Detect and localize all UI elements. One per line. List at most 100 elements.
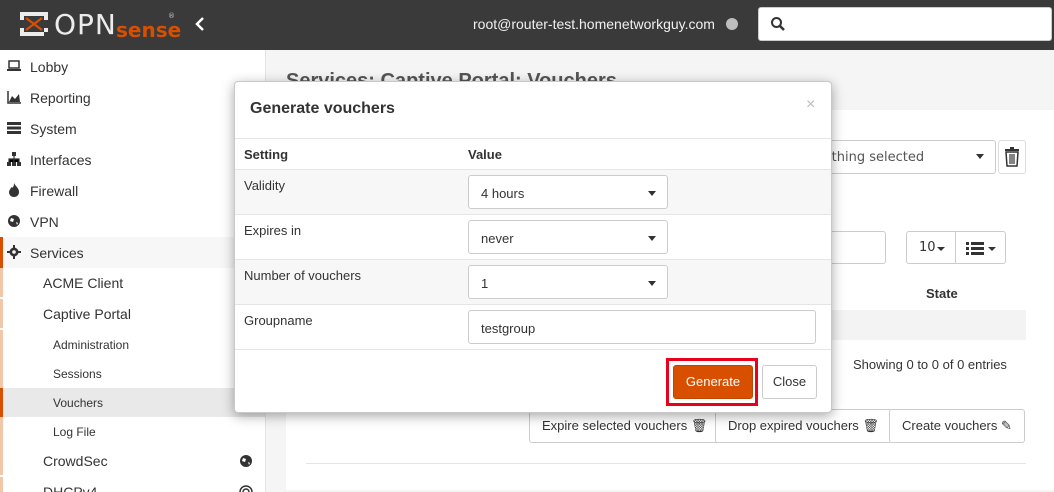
sidebar-item-reporting[interactable]: Reporting	[0, 82, 265, 113]
sitemap-icon	[7, 152, 21, 166]
caret-down-icon	[988, 247, 996, 251]
expires-in-value: never	[481, 231, 514, 246]
groupname-value: testgroup	[481, 321, 536, 336]
caret-down-icon	[937, 247, 945, 251]
sidebar-collapse-button[interactable]	[192, 16, 208, 36]
logo-sense-text: sense	[116, 18, 182, 42]
expires-in-label: Expires in	[244, 223, 302, 238]
server-icon	[7, 122, 21, 134]
number-of-vouchers-select[interactable]: 1	[468, 265, 668, 299]
search-icon	[771, 17, 785, 31]
sidebar-item-label: Interfaces	[30, 152, 92, 168]
pagination-info: Showing 0 to 0 of 0 entries	[853, 357, 1007, 372]
generate-button[interactable]: Generate	[673, 365, 753, 399]
logo-text: OPN	[54, 8, 117, 41]
drop-expired-label: Drop expired vouchers	[728, 418, 859, 433]
sidebar-item-dhcpv4[interactable]: DHCPv4	[0, 477, 265, 492]
laptop-icon	[7, 60, 21, 71]
trash-icon: 🗑	[862, 418, 879, 433]
opnsense-logo[interactable]: OPN sense ®	[18, 8, 182, 42]
close-icon[interactable]: ×	[806, 95, 815, 115]
sidebar-item-interfaces[interactable]: Interfaces	[0, 144, 265, 175]
sidebar-item-label: CrowdSec	[43, 453, 108, 469]
area-chart-icon	[7, 91, 21, 104]
sidebar-item-label: VPN	[30, 214, 59, 230]
number-of-vouchers-value: 1	[481, 276, 489, 291]
value-column-header: Value	[468, 147, 502, 162]
validity-label: Validity	[244, 178, 285, 193]
sidebar-item-label: Sessions	[53, 367, 102, 381]
columns-dropdown[interactable]	[955, 231, 1006, 264]
sidebar-item-label: Services	[30, 245, 84, 261]
expire-selected-label: Expire selected vouchers	[542, 418, 688, 433]
sidebar-item-label: Lobby	[30, 59, 69, 75]
page-size-value: 10	[919, 240, 936, 255]
logo-mark-icon	[20, 12, 48, 36]
sidebar-item-system[interactable]: System	[0, 113, 265, 144]
delete-group-button[interactable]	[998, 140, 1026, 174]
generate-vouchers-dialog: Generate vouchers × Setting Value Validi…	[234, 81, 832, 413]
sidebar-item-firewall[interactable]: Firewall	[0, 175, 265, 206]
sidebar-item-acme-client[interactable]: ACME Client	[0, 268, 265, 297]
divider	[235, 349, 831, 350]
bullseye-icon	[239, 485, 253, 492]
validity-value: 4 hours	[481, 186, 525, 201]
caret-down-icon	[648, 236, 656, 241]
status-indicator	[726, 18, 738, 30]
sidebar-item-label: System	[30, 121, 77, 137]
sidebar-item-services[interactable]: Services	[0, 237, 265, 268]
groupname-row: Groupname testgroup	[235, 304, 831, 349]
chevron-left-icon	[195, 17, 204, 31]
dialog-title: Generate vouchers	[250, 100, 395, 117]
divider	[306, 463, 1026, 464]
user-account-label[interactable]: root@router-test.homenetworkguy.com	[473, 16, 715, 32]
top-bar: OPN sense ® root@router-test.homenetwork…	[0, 0, 1054, 50]
sidebar-item-sessions[interactable]: Sessions	[0, 359, 265, 388]
logo-registered-mark: ®	[168, 12, 175, 20]
sidebar-item-label: Administration	[53, 338, 130, 352]
search-input[interactable]	[796, 7, 1052, 41]
search-button[interactable]	[758, 7, 797, 41]
sidebar-item-label: Vouchers	[53, 396, 104, 410]
caret-down-icon	[648, 281, 656, 286]
groupname-input[interactable]: testgroup	[468, 310, 816, 344]
sidebar-item-label: Reporting	[30, 90, 91, 106]
trash-icon: 🗑	[690, 418, 708, 433]
globe-icon	[240, 455, 252, 467]
sidebar-item-administration[interactable]: Administration	[0, 330, 265, 359]
sidebar-item-label: Captive Portal	[43, 306, 131, 322]
sidebar-item-log-file[interactable]: Log File	[0, 417, 265, 446]
caret-down-icon	[976, 154, 984, 159]
expires-in-select[interactable]: never	[468, 220, 668, 254]
trash-icon	[1005, 147, 1019, 167]
cog-icon	[7, 245, 21, 259]
page-size-dropdown[interactable]: 10	[906, 231, 956, 264]
caret-down-icon	[648, 191, 656, 196]
sidebar-item-vpn[interactable]: VPN	[0, 206, 265, 237]
number-of-vouchers-label: Number of vouchers	[244, 268, 362, 283]
divider	[235, 138, 831, 139]
ticket-icon: ✎	[1001, 418, 1012, 433]
sidebar-item-label: DHCPv4	[43, 484, 98, 492]
globe-icon	[8, 215, 20, 227]
validity-row: Validity 4 hours	[235, 169, 831, 214]
sidebar: Lobby Reporting System Interfaces Firewa…	[0, 50, 266, 492]
create-vouchers-label: Create vouchers	[902, 418, 998, 433]
sidebar-item-captive-portal[interactable]: Captive Portal	[0, 299, 265, 328]
list-icon	[966, 242, 984, 255]
close-button[interactable]: Close	[762, 365, 817, 399]
sidebar-item-vouchers[interactable]: Vouchers	[0, 388, 265, 417]
sidebar-item-label: ACME Client	[43, 275, 124, 291]
drop-expired-button[interactable]: Drop expired vouchers 🗑	[715, 409, 892, 443]
state-column-header[interactable]: State	[926, 286, 958, 301]
number-of-vouchers-row: Number of vouchers 1	[235, 259, 831, 304]
expire-selected-button[interactable]: Expire selected vouchers 🗑	[529, 409, 721, 443]
sidebar-item-label: Log File	[53, 425, 96, 439]
sidebar-item-crowdsec[interactable]: CrowdSec	[0, 446, 265, 475]
fire-icon	[9, 183, 19, 197]
validity-select[interactable]: 4 hours	[468, 175, 668, 209]
sidebar-item-label: Firewall	[30, 183, 79, 199]
sidebar-item-lobby[interactable]: Lobby	[0, 51, 265, 82]
create-vouchers-button[interactable]: Create vouchers ✎	[889, 409, 1025, 443]
groupname-label: Groupname	[244, 313, 313, 328]
